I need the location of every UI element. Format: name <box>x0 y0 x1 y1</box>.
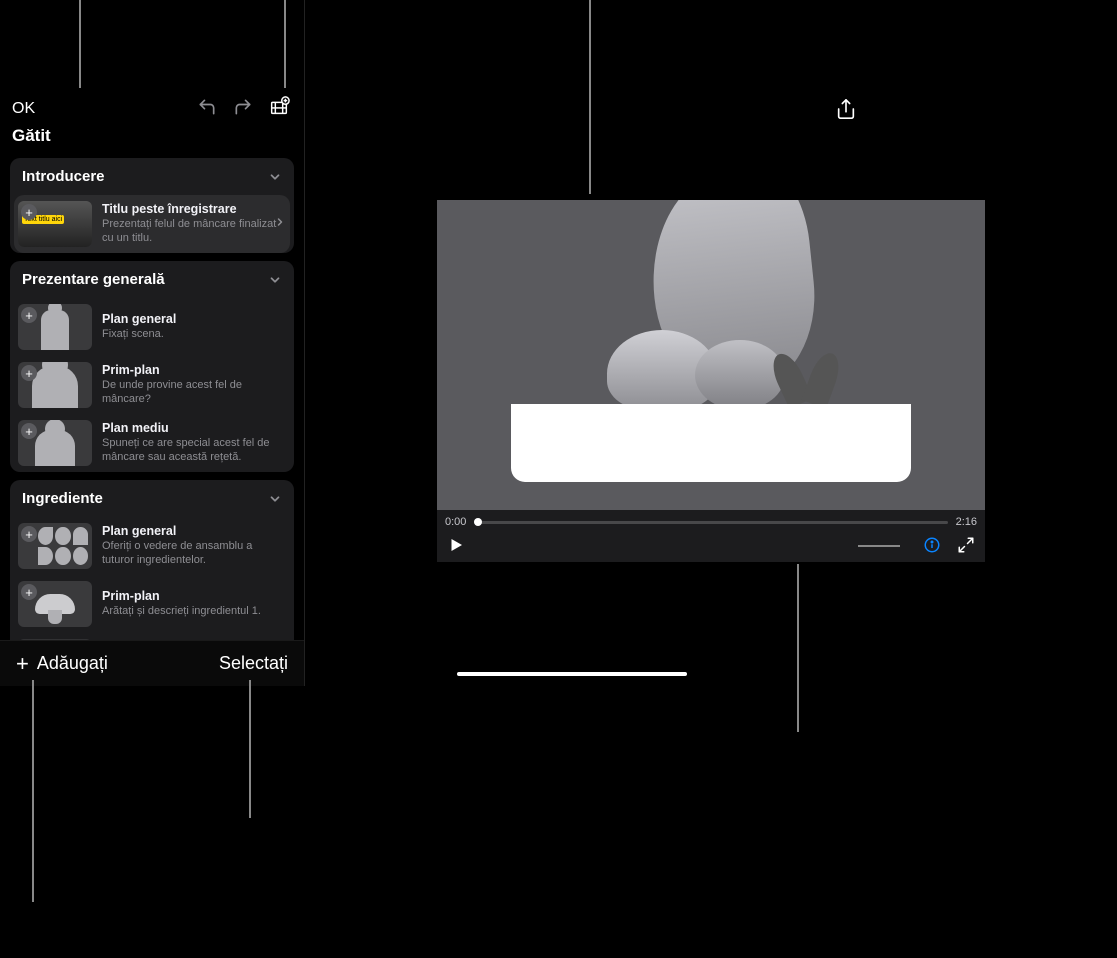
shot-title: Prim-plan <box>102 589 284 603</box>
section-header[interactable]: Ingrediente <box>10 480 294 517</box>
section-title: Ingrediente <box>22 490 103 507</box>
expand-icon[interactable] <box>955 534 977 556</box>
section-introducere: Introducere Text titlu aici + <box>10 158 294 253</box>
shot-thumbnail: + <box>18 304 92 350</box>
plus-icon: + <box>16 653 29 675</box>
section-title: Introducere <box>22 168 105 185</box>
shot-title: Plan mediu <box>102 421 284 435</box>
shot-description: Arătați și descrieți ingredientul 1. <box>102 605 284 619</box>
chevron-right-icon <box>274 215 286 233</box>
shot-title: Titlu peste înregistrare <box>102 202 284 216</box>
add-icon[interactable]: + <box>21 584 37 600</box>
shot-title: Plan general <box>102 524 284 538</box>
section-header[interactable]: Prezentare generală <box>10 261 294 298</box>
preview-canvas[interactable] <box>437 200 985 510</box>
shot-description: Prezentați felul de mâncare finalizat cu… <box>102 218 284 246</box>
play-icon[interactable] <box>445 534 467 556</box>
add-label: Adăugați <box>37 653 108 674</box>
time-start: 0:00 <box>445 516 466 528</box>
shot-description: Fixați scena. <box>102 328 284 342</box>
shot-thumbnail: + <box>18 523 92 569</box>
chevron-down-icon <box>268 273 282 287</box>
scrubber-track[interactable] <box>474 521 947 524</box>
shot-item[interactable]: + Plan mediu Spuneți ce are special aces… <box>10 414 294 472</box>
share-icon[interactable] <box>835 98 857 120</box>
shot-thumbnail: + <box>18 581 92 627</box>
shot-thumbnail: + <box>18 639 92 640</box>
info-icon[interactable] <box>921 534 943 556</box>
add-button[interactable]: + Adăugați <box>16 653 108 675</box>
project-title: Gătit <box>12 126 51 146</box>
undo-icon[interactable] <box>196 96 218 118</box>
section-prezentare: Prezentare generală + Plan general Fixaț <box>10 261 294 472</box>
section-title: Prezentare generală <box>22 271 165 288</box>
section-header[interactable]: Introducere <box>10 158 294 195</box>
chevron-down-icon <box>268 492 282 506</box>
shot-item[interactable]: + Plan general Oferiți o vedere de ansam… <box>10 517 294 575</box>
shot-description: Oferiți o vedere de ansamblu a tuturor i… <box>102 540 284 568</box>
viewer-controls <box>437 530 985 562</box>
add-icon[interactable]: + <box>21 365 37 381</box>
section-ingrediente: Ingrediente + Plan general Oferiți o ved <box>10 480 294 640</box>
scrubber-bar: 0:00 2:16 <box>437 510 985 530</box>
shot-title: Plan general <box>102 312 284 326</box>
redo-icon[interactable] <box>232 96 254 118</box>
shot-description: De unde provine acest fel de mâncare? <box>102 379 284 407</box>
shot-title: Prim-plan <box>102 363 284 377</box>
add-icon[interactable]: + <box>21 423 37 439</box>
sidebar: OK Gătit Introducere <box>0 0 305 686</box>
shot-item[interactable]: + Prim-plan De unde provine acest fel de… <box>10 356 294 414</box>
shot-item[interactable]: Text titlu aici + Titlu peste înregistra… <box>14 195 290 253</box>
add-icon[interactable]: + <box>21 307 37 323</box>
viewer-panel: 0:00 2:16 <box>305 0 1117 686</box>
playhead[interactable] <box>474 518 482 526</box>
ok-button[interactable]: OK <box>12 100 35 118</box>
shot-thumbnail: + <box>18 362 92 408</box>
shot-item[interactable]: + Plan general Fixați scena. <box>10 298 294 356</box>
shot-thumbnail: + <box>18 420 92 466</box>
add-icon[interactable]: + <box>21 204 37 220</box>
time-end: 2:16 <box>956 516 977 528</box>
home-indicator <box>457 672 687 676</box>
chevron-down-icon <box>268 170 282 184</box>
shot-sections: Introducere Text titlu aici + <box>0 158 304 640</box>
add-clip-icon[interactable] <box>268 96 290 118</box>
shot-item[interactable]: + Prim-plan <box>10 633 294 640</box>
shot-thumbnail: Text titlu aici + <box>18 201 92 247</box>
sidebar-footer: + Adăugați Selectați <box>0 640 304 686</box>
select-button[interactable]: Selectați <box>219 653 288 674</box>
add-icon[interactable]: + <box>21 526 37 542</box>
shot-item[interactable]: + Prim-plan Arătați și descrieți ingredi… <box>10 575 294 633</box>
shot-description: Spuneți ce are special acest fel de mânc… <box>102 437 284 465</box>
